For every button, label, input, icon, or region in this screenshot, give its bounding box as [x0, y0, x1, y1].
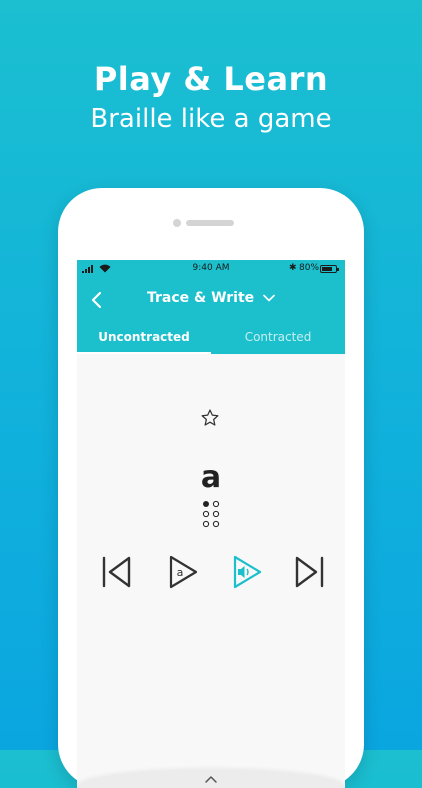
status-bar: 9:40 AM ✱ 80% — [77, 260, 345, 278]
speaker-icon — [238, 566, 245, 578]
screen-title-dropdown[interactable]: Trace & Write — [77, 290, 345, 306]
nav-bar: Trace & Write Uncontracted Contracted — [77, 278, 345, 354]
skip-previous-icon[interactable] — [99, 552, 135, 592]
braille-dot-4 — [212, 500, 220, 508]
play-sound-icon[interactable] — [229, 552, 265, 592]
braille-dot-2 — [202, 510, 210, 518]
speaker-grille — [186, 220, 234, 226]
star-outline-icon[interactable] — [200, 408, 220, 428]
chevron-up-icon[interactable] — [203, 774, 219, 784]
chevron-down-icon — [263, 294, 275, 302]
braille-cell — [202, 500, 220, 528]
app-screen: 9:40 AM ✱ 80% Trace & Write Uncontracted… — [77, 260, 345, 788]
tab-bar: Uncontracted Contracted — [77, 326, 345, 354]
battery-icon — [320, 265, 339, 273]
braille-dot-1 — [203, 501, 209, 507]
battery-percent: 80% — [299, 263, 320, 273]
play-letter-glyph: a — [177, 566, 184, 579]
braille-dot-3 — [202, 520, 210, 528]
screen-title: Trace & Write — [146, 290, 255, 306]
tab-uncontracted[interactable]: Uncontracted — [77, 326, 211, 354]
camera-dot — [173, 219, 181, 227]
bottom-drawer[interactable] — [77, 770, 345, 788]
subline: Braille like a game — [90, 104, 332, 134]
headline: Play & Learn — [93, 60, 329, 98]
battery-fill — [322, 267, 332, 271]
tab-contracted[interactable]: Contracted — [211, 326, 345, 354]
bluetooth-icon: ✱ — [289, 263, 297, 273]
play-letter-icon[interactable]: a — [165, 552, 201, 592]
braille-dot-5 — [212, 510, 220, 518]
phone-frame: 9:40 AM ✱ 80% Trace & Write Uncontracted… — [58, 188, 364, 788]
skip-next-icon[interactable] — [291, 552, 327, 592]
braille-dot-6 — [212, 520, 220, 528]
current-letter: a — [200, 460, 222, 495]
